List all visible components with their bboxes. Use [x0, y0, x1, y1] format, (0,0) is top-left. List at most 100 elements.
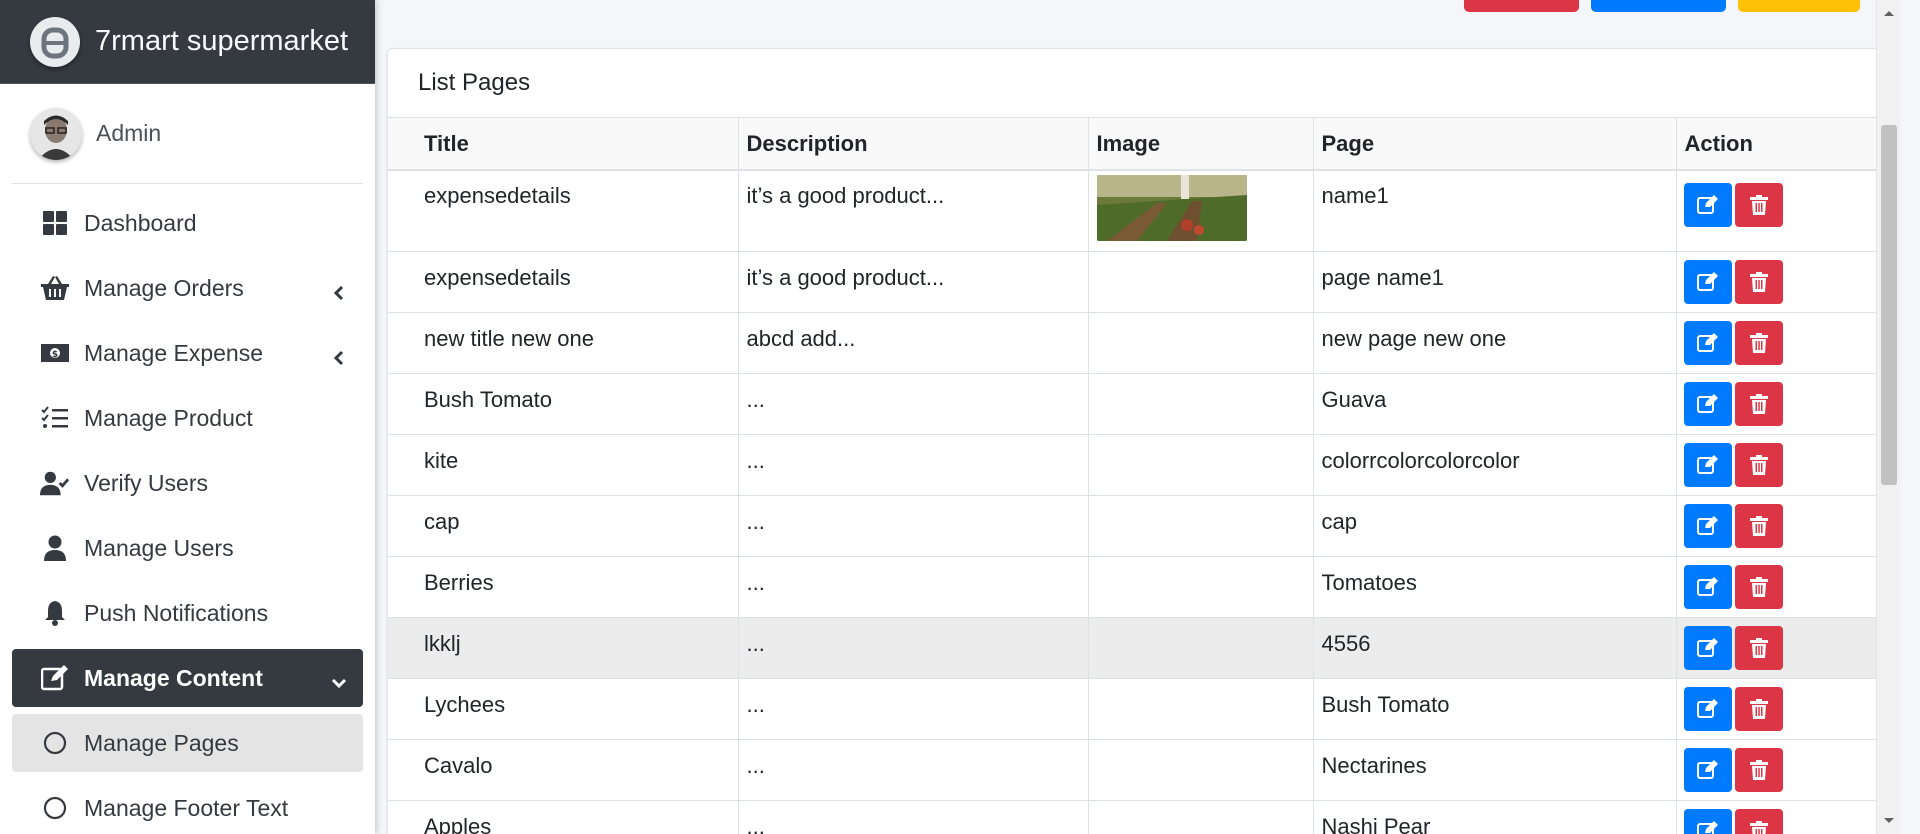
delete-button[interactable]: [1734, 259, 1783, 304]
user-check-icon: [40, 468, 70, 498]
sidebar-item-label: Manage Content: [84, 664, 263, 691]
edit-icon: [1696, 759, 1719, 780]
cell-image: [1088, 495, 1314, 557]
page-scrollbar[interactable]: [1876, 0, 1900, 834]
cell-description: ...: [738, 556, 1089, 618]
cell-image: [1088, 373, 1314, 435]
cell-description: ...: [738, 373, 1089, 435]
user-icon: [40, 533, 70, 563]
bell-icon: [40, 598, 70, 628]
scrollbar-thumb[interactable]: [1881, 125, 1897, 485]
edit-button[interactable]: [1683, 747, 1732, 792]
sidebar-item-label: Manage Users: [84, 534, 234, 561]
cell-description: ...: [738, 495, 1089, 557]
user-panel[interactable]: Admin: [12, 84, 363, 184]
sidebar-item-manage-footer-text[interactable]: Manage Footer Text: [12, 779, 363, 834]
edit-button[interactable]: [1683, 564, 1732, 609]
trash-icon: [1749, 637, 1768, 658]
edit-icon: [1696, 515, 1719, 536]
sidebar-item-manage-product[interactable]: Manage Product: [12, 389, 363, 447]
sidebar-item-label: Manage Expense: [84, 339, 264, 366]
edit-button[interactable]: [1683, 686, 1732, 731]
delete-button[interactable]: [1734, 320, 1783, 365]
brand-link[interactable]: 7rmart supermarket: [0, 0, 375, 84]
cell-page: page name1: [1313, 251, 1677, 313]
cell-page: Nectarines: [1313, 739, 1677, 801]
sidebar-item-manage-expense[interactable]: $ Manage Expense: [12, 324, 363, 382]
delete-button[interactable]: [1734, 381, 1783, 426]
sidebar-item-label: Manage Footer Text: [84, 794, 289, 821]
main-content: List Pages Title Description Image Page …: [375, 0, 1900, 834]
edit-button[interactable]: [1683, 442, 1732, 487]
edit-button[interactable]: [1683, 183, 1732, 227]
cell-action: [1676, 495, 1882, 557]
table-row: lkklj... 4556: [388, 617, 1882, 679]
sidebar-item-push-notifications[interactable]: Push Notifications: [12, 584, 363, 642]
sidebar-item-manage-pages[interactable]: Manage Pages: [12, 714, 363, 772]
cell-image: [1088, 434, 1314, 496]
edit-button[interactable]: [1683, 625, 1732, 670]
table-row: expensedetails it’s a good product... page…: [388, 251, 1882, 313]
cell-title: Bush Tomato: [388, 373, 739, 435]
edit-icon: [1696, 820, 1719, 834]
cell-image: [1088, 800, 1314, 834]
edit-icon: [1696, 271, 1719, 292]
delete-button[interactable]: [1734, 747, 1783, 792]
sidebar-item-label: Push Notifications: [84, 599, 269, 626]
scroll-down-arrow-icon[interactable]: [1883, 812, 1895, 830]
edit-button[interactable]: [1683, 503, 1732, 548]
cell-title: Lychees: [388, 678, 739, 740]
column-header-title[interactable]: Title: [388, 118, 739, 171]
cell-title: new title new one: [388, 312, 739, 374]
delete-button[interactable]: [1734, 808, 1783, 834]
delete-button[interactable]: [1734, 442, 1783, 487]
cell-page: name1: [1313, 170, 1677, 252]
top-button-danger[interactable]: [1464, 0, 1579, 12]
edit-button[interactable]: [1683, 259, 1732, 304]
cell-action: [1676, 617, 1882, 679]
table-row: Bush Tomato... Guava: [388, 373, 1882, 435]
sidebar-item-manage-orders[interactable]: Manage Orders: [12, 259, 363, 317]
cell-page: Guava: [1313, 373, 1677, 435]
delete-button[interactable]: [1734, 686, 1783, 731]
scroll-up-arrow-icon[interactable]: [1883, 4, 1895, 22]
top-button-warning[interactable]: [1738, 0, 1860, 12]
cell-action: [1676, 434, 1882, 496]
cell-page: Tomatoes: [1313, 556, 1677, 618]
user-name[interactable]: Admin: [96, 120, 161, 147]
cell-page: cap: [1313, 495, 1677, 557]
edit-button[interactable]: [1683, 808, 1732, 834]
table-row: new title new one abcd add... new page new…: [388, 312, 1882, 374]
cell-action: [1676, 800, 1882, 834]
column-header-description[interactable]: Description: [738, 118, 1089, 171]
sidebar-item-manage-content[interactable]: Manage Content: [12, 649, 363, 707]
delete-button[interactable]: [1734, 183, 1783, 227]
delete-button[interactable]: [1734, 564, 1783, 609]
top-button-primary[interactable]: [1591, 0, 1726, 12]
sidebar-item-dashboard[interactable]: Dashboard: [12, 194, 363, 252]
sidebar-item-manage-users[interactable]: Manage Users: [12, 519, 363, 577]
cell-page: colorrcolorcolorcolor: [1313, 434, 1677, 496]
cell-title: lkklj: [388, 617, 739, 679]
svg-text:$: $: [52, 350, 58, 360]
sidebar-item-verify-users[interactable]: Verify Users: [12, 454, 363, 512]
page-thumbnail-image: [1096, 175, 1247, 241]
sidebar-item-label: Manage Orders: [84, 274, 244, 301]
table-row: Berries... Tomatoes: [388, 556, 1882, 618]
column-header-page[interactable]: Page: [1313, 118, 1677, 171]
table-row: Lychees... Bush Tomato: [388, 678, 1882, 740]
delete-button[interactable]: [1734, 625, 1783, 670]
cell-image: [1088, 312, 1314, 374]
cell-title: expensedetails: [388, 170, 739, 252]
delete-button[interactable]: [1734, 503, 1783, 548]
sidebar: 7rmart supermarket Admin Dashboard Manag…: [0, 0, 375, 834]
circle-icon: [40, 728, 70, 758]
trash-icon: [1749, 393, 1768, 414]
trash-icon: [1749, 698, 1768, 719]
trash-icon: [1749, 820, 1768, 834]
edit-button[interactable]: [1683, 381, 1732, 426]
edit-icon: [1696, 637, 1719, 658]
edit-button[interactable]: [1683, 320, 1732, 365]
column-header-image[interactable]: Image: [1088, 118, 1314, 171]
sidebar-item-label: Dashboard: [84, 209, 197, 236]
